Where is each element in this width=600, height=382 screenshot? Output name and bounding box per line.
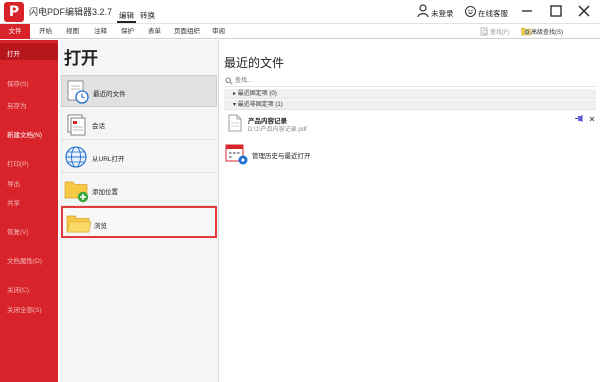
recent-search-input[interactable] (235, 75, 535, 86)
mode-tab-convert[interactable]: 转换 (138, 9, 157, 23)
advanced-find-button[interactable]: 高级查找(S) (531, 27, 563, 36)
login-label[interactable]: 未登录 (431, 8, 454, 19)
tab-start[interactable]: 开始 (39, 24, 52, 39)
smiley-icon[interactable] (465, 6, 476, 17)
open-item-label: 浏览 (94, 223, 107, 230)
user-icon[interactable] (417, 4, 429, 18)
tab-form[interactable]: 表单 (148, 24, 161, 39)
file-sidebar: 打开 保存(S) 另存为 新建文档(N) 打印(P) 导出 共享 恢复(V) 文… (0, 40, 58, 382)
recent-search (224, 75, 596, 87)
tab-view[interactable]: 视图 (66, 24, 79, 39)
folder-search-icon[interactable] (521, 26, 531, 36)
recent-file-path: D:\1\产品内容记录.pdf (248, 127, 307, 133)
close-icon[interactable] (577, 4, 591, 18)
app-title: 闪电PDF编辑器3.2.7 (29, 7, 113, 17)
sidebar-item-close[interactable]: 关闭(C) (7, 284, 29, 294)
open-heading: 打开 (64, 49, 98, 68)
sidebar-item-export[interactable]: 导出 (7, 178, 20, 188)
open-item-label: 从URL打开 (92, 156, 125, 163)
sidebar-item-open[interactable]: 打开 (7, 48, 20, 58)
pin-icon[interactable] (575, 115, 584, 122)
globe-icon (65, 146, 87, 168)
sidebar-item-save[interactable]: 保存(S) (7, 78, 29, 88)
online-service-label[interactable]: 在线客服 (478, 8, 508, 19)
sidebar-item-document-properties[interactable]: 文档属性(D) (7, 255, 42, 265)
session-icon (67, 114, 86, 136)
open-item-browse[interactable]: 浏览 (61, 206, 217, 238)
open-item-label: 添加位置 (92, 189, 118, 196)
find-button[interactable]: 查找(F) (490, 27, 510, 36)
sidebar-item-new-document[interactable]: 新建文档(N) (7, 129, 42, 139)
mode-tab-edit[interactable]: 编辑 (117, 9, 136, 23)
manage-history-link[interactable]: 管理历史与最近打开 (252, 150, 311, 160)
open-item-open-url[interactable]: 从URL打开 (61, 141, 217, 173)
find-icon[interactable] (480, 27, 489, 36)
minimize-icon[interactable] (520, 4, 534, 18)
tab-annotate[interactable]: 注释 (94, 24, 107, 39)
add-folder-icon (64, 181, 89, 203)
group-label: 最近非固定项 (1) (237, 102, 283, 108)
group-unpinned[interactable]: ▾ 最近非固定项 (1) (224, 100, 596, 110)
sidebar-item-share[interactable]: 共享 (7, 197, 20, 207)
tab-review[interactable]: 审阅 (212, 24, 225, 39)
open-item-add-location[interactable]: 添加位置 (61, 174, 217, 206)
folder-icon (66, 215, 92, 233)
group-pinned[interactable]: ▸ 最近固定项 (0) (224, 89, 596, 99)
recent-files-icon (67, 80, 89, 104)
remove-icon[interactable] (589, 116, 595, 122)
sidebar-item-print[interactable]: 打印(P) (7, 158, 29, 168)
open-item-session[interactable]: 会话 (61, 108, 217, 140)
group-label: 最近固定项 (0) (237, 91, 277, 97)
open-item-recent-files[interactable]: 最近的文件 (61, 75, 217, 107)
search-icon (225, 77, 233, 85)
app-logo-icon: P (4, 2, 24, 22)
maximize-icon[interactable] (549, 4, 563, 18)
history-settings-icon[interactable] (225, 142, 249, 166)
recent-files-heading: 最近的文件 (224, 56, 285, 70)
tab-protect[interactable]: 保护 (121, 24, 134, 39)
open-item-label: 最近的文件 (93, 91, 126, 98)
sidebar-item-close-all[interactable]: 关闭全部(S) (7, 304, 42, 314)
tab-page-organize[interactable]: 页面组织 (174, 24, 200, 39)
ribbon-bar (0, 24, 600, 39)
sidebar-item-restore[interactable]: 恢复(V) (7, 226, 29, 236)
open-item-label: 会话 (92, 123, 105, 130)
sidebar-item-save-as[interactable]: 另存为 (7, 100, 27, 110)
document-icon (228, 114, 242, 132)
tab-file[interactable]: 文件 (0, 24, 30, 39)
